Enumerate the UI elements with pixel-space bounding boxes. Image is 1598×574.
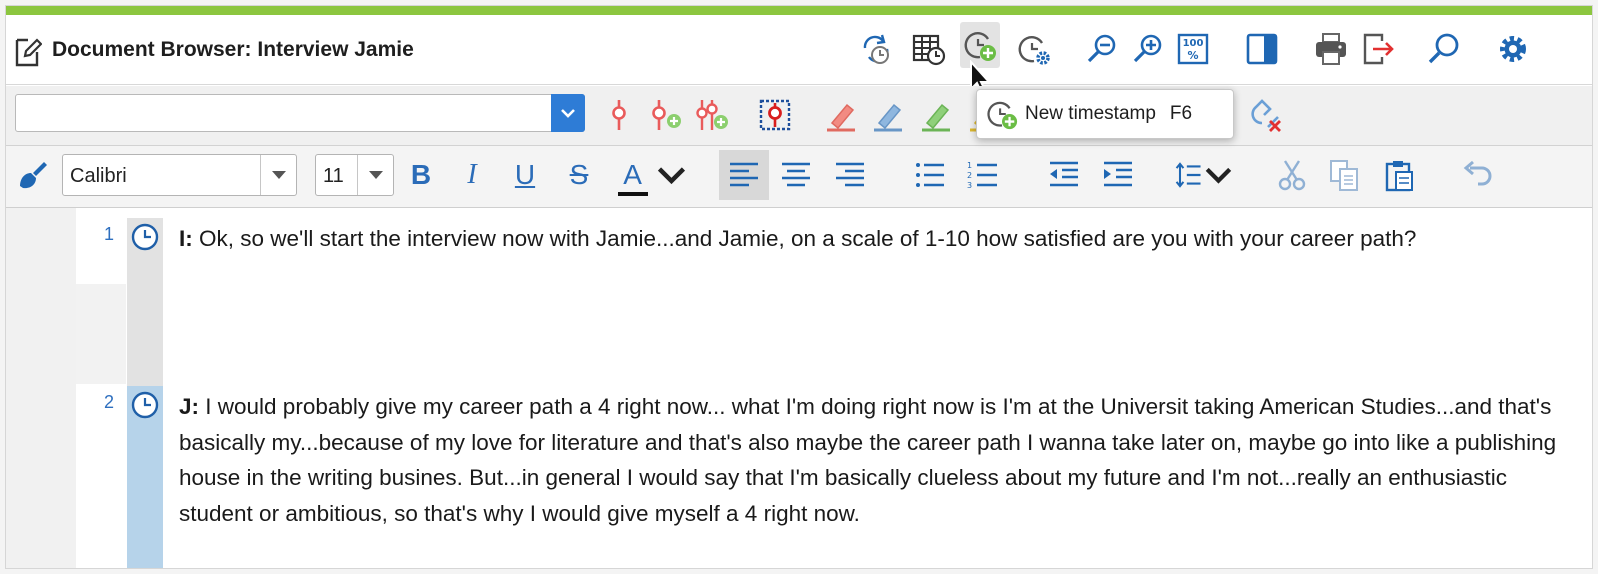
underline-button[interactable]: U [503, 155, 547, 195]
timestamp-table-icon[interactable] [909, 29, 949, 69]
svg-text:100: 100 [1183, 38, 1204, 49]
svg-text:%: % [1187, 49, 1198, 62]
chevron-down-icon [561, 109, 575, 118]
align-center-icon[interactable] [774, 155, 818, 195]
paragraph-text: Ok, so we'll start the interview now wit… [192, 226, 1417, 251]
paragraph-2[interactable]: J: I would probably give my career path … [179, 389, 1564, 531]
export-icon[interactable] [1358, 29, 1398, 69]
outdent-icon[interactable] [1042, 155, 1086, 195]
chevron-down-icon [368, 171, 383, 179]
zoom-out-icon[interactable] [1082, 29, 1122, 69]
chevron-down-icon [271, 171, 286, 179]
timestamp-settings-icon[interactable] [1014, 29, 1054, 69]
font-family-select[interactable]: Calibri [62, 154, 297, 196]
paragraph-number: 2 [103, 392, 114, 412]
format-painter-icon[interactable] [10, 155, 54, 195]
paragraph-1[interactable]: I: Ok, so we'll start the interview now … [179, 221, 1564, 257]
highlighter-green-icon[interactable] [916, 96, 956, 134]
italic-button[interactable]: I [450, 155, 494, 195]
cut-icon[interactable] [1270, 155, 1314, 195]
font-size-value: 11 [323, 165, 344, 187]
font-family-value: Calibri [70, 165, 127, 187]
refresh-timestamps-icon[interactable] [856, 29, 896, 69]
undo-icon[interactable] [1455, 155, 1499, 195]
speaker-label: J: [179, 394, 200, 419]
code-new-icon[interactable] [645, 96, 685, 134]
code-select-dropdown[interactable] [551, 94, 585, 132]
line-number-column [76, 208, 126, 568]
speaker-label: I: [179, 226, 193, 251]
code-selection-icon[interactable] [755, 96, 795, 134]
strikethrough-button[interactable]: S [557, 155, 601, 195]
paragraph-number: 1 [103, 224, 114, 244]
edit-document-icon [15, 38, 42, 67]
code-select[interactable] [15, 94, 585, 132]
bold-label: B [410, 159, 432, 190]
panel-toggle-icon[interactable] [1242, 29, 1282, 69]
document-area[interactable]: 1 I: Ok, so we'll start the interview no… [6, 208, 1592, 568]
window-title: Document Browser: Interview Jamie [52, 38, 414, 61]
chevron-down-icon [1205, 167, 1232, 184]
code-multiple-icon[interactable] [692, 96, 732, 134]
left-gutter [6, 208, 76, 568]
paragraph-text: I would probably give my career path a 4… [179, 394, 1557, 526]
numbered-list-icon[interactable]: 123 [961, 155, 1005, 195]
new-timestamp-icon [987, 101, 1018, 130]
title-bar: Document Browser: Interview Jamie 100% [6, 15, 1592, 96]
settings-gear-icon[interactable] [1493, 29, 1533, 69]
remove-code-icon[interactable] [1246, 96, 1286, 134]
paste-icon[interactable] [1377, 155, 1421, 195]
document-browser-window: Document Browser: Interview Jamie 100% N… [5, 5, 1593, 569]
font-color-button[interactable]: A [618, 155, 688, 196]
svg-text:3: 3 [967, 181, 972, 190]
search-icon[interactable] [1424, 29, 1464, 69]
format-toolbar: Calibri 11 B I U S A 1 2 3 [6, 146, 1592, 208]
italic-label: I [467, 159, 477, 190]
print-icon[interactable] [1311, 29, 1351, 69]
underline-label: U [514, 159, 536, 190]
zoom-in-icon[interactable] [1128, 29, 1168, 69]
line-spacing-icon[interactable] [1174, 155, 1234, 195]
code-toolbar [6, 86, 1592, 146]
strikethrough-label: S [569, 159, 589, 190]
align-left-icon[interactable] [719, 150, 769, 200]
tooltip-shortcut: F6 [1169, 103, 1193, 124]
align-right-icon[interactable] [828, 155, 872, 195]
font-family-dropdown[interactable] [260, 155, 296, 195]
font-size-select[interactable]: 11 [315, 154, 394, 196]
timestamp-clock-icon[interactable] [130, 390, 160, 420]
font-size-dropdown[interactable] [357, 155, 393, 195]
accent-bar [6, 6, 1592, 15]
indent-icon[interactable] [1096, 155, 1140, 195]
highlighter-red-icon[interactable] [821, 96, 861, 134]
font-color-label: A [623, 159, 642, 190]
svg-text:2: 2 [967, 171, 972, 180]
highlighter-blue-icon[interactable] [868, 96, 908, 134]
chevron-down-icon [657, 167, 686, 185]
tooltip-new-timestamp: New timestamp F6 [976, 89, 1234, 139]
tooltip-label: New timestamp [1025, 103, 1156, 124]
bold-button[interactable]: B [399, 155, 443, 195]
svg-text:1: 1 [967, 161, 972, 170]
font-color-swatch [618, 192, 648, 196]
paragraph-gap [76, 284, 126, 384]
bullet-list-icon[interactable] [908, 155, 952, 195]
zoom-100-icon[interactable]: 100% [1173, 29, 1213, 69]
code-icon[interactable] [599, 96, 639, 134]
timestamp-clock-icon[interactable] [130, 222, 160, 252]
copy-icon[interactable] [1322, 155, 1366, 195]
